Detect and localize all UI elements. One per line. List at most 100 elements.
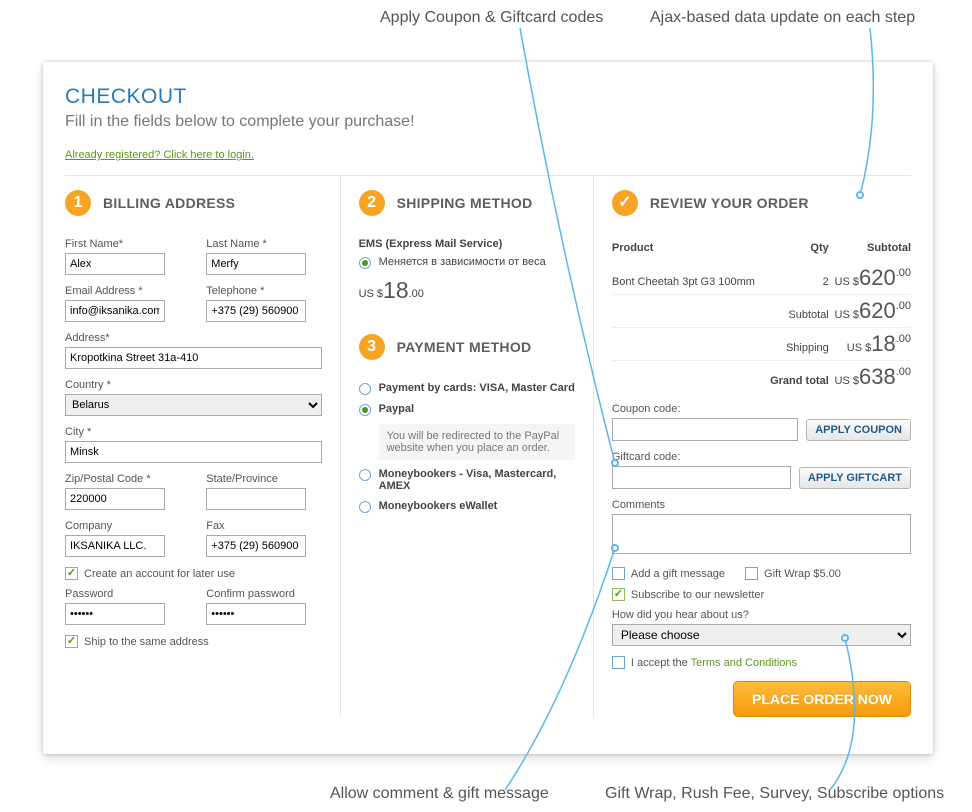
gift-message-label: Add a gift message [631, 568, 725, 580]
gift-message-checkbox[interactable] [612, 567, 625, 580]
grand-total-amount: US $638.00 [829, 361, 911, 394]
country-select[interactable]: Belarus [65, 394, 322, 416]
terms-prefix: I accept the [631, 657, 691, 669]
callout-dot [856, 191, 864, 199]
shipping-cost-label: Shipping [766, 328, 829, 361]
password-label: Password [65, 588, 180, 600]
annotation-options: Gift Wrap, Rush Fee, Survey, Subscribe o… [605, 785, 944, 803]
step-badge-1: 1 [65, 190, 91, 216]
city-input[interactable] [65, 441, 322, 463]
city-label: City * [65, 426, 322, 438]
company-label: Company [65, 520, 180, 532]
callout-dot [611, 544, 619, 552]
terms-checkbox[interactable] [612, 656, 625, 669]
order-table: ProductQtySubtotal Bont Cheetah 3pt G3 1… [612, 238, 911, 393]
state-input[interactable] [206, 488, 306, 510]
line-product: Bont Cheetah 3pt G3 100mm [612, 262, 766, 295]
payment-title: PAYMENT METHOD [397, 339, 532, 355]
create-account-label: Create an account for later use [84, 568, 235, 580]
shipping-cost-amount: US $18.00 [829, 328, 911, 361]
hear-select[interactable]: Please choose [612, 624, 911, 646]
step-badge-3: 3 [359, 334, 385, 360]
payment-cards-label: Payment by cards: VISA, Master Card [379, 382, 575, 394]
payment-mb-cards-label: Moneybookers - Visa, Mastercard, AMEX [379, 468, 575, 492]
payment-radio-cards[interactable] [359, 383, 371, 395]
confirm-input[interactable] [206, 603, 306, 625]
review-column: ✓ REVIEW YOUR ORDER ProductQtySubtotal B… [594, 176, 911, 717]
payment-radio-paypal[interactable] [359, 404, 371, 416]
subtotal-amount: US $620.00 [829, 295, 911, 328]
step-badge-review: ✓ [612, 190, 638, 216]
newsletter-label: Subscribe to our newsletter [631, 589, 764, 601]
state-label: State/Province [206, 473, 321, 485]
comments-textarea[interactable] [612, 514, 911, 554]
email-label: Email Address * [65, 285, 180, 297]
payment-radio-mb-cards[interactable] [359, 469, 371, 481]
fax-label: Fax [206, 520, 321, 532]
th-subtotal: Subtotal [829, 238, 911, 262]
coupon-input[interactable] [612, 418, 798, 441]
payment-paypal-label: Paypal [379, 403, 414, 415]
address-label: Address* [65, 332, 322, 344]
password-input[interactable] [65, 603, 165, 625]
last-name-input[interactable] [206, 253, 306, 275]
company-input[interactable] [65, 535, 165, 557]
callout-dot [611, 459, 619, 467]
callout-dot [841, 634, 849, 642]
giftcard-label: Giftcard code: [612, 451, 911, 463]
page-title: CHECKOUT [65, 85, 911, 109]
billing-column: 1 BILLING ADDRESS First Name* Last Name … [65, 176, 341, 717]
comments-label: Comments [612, 499, 911, 511]
country-label: Country * [65, 379, 322, 391]
apply-giftcard-button[interactable]: APPLY GIFTCART [799, 467, 911, 489]
step-badge-2: 2 [359, 190, 385, 216]
shipping-payment-column: 2 SHIPPING METHOD EMS (Express Mail Serv… [341, 176, 594, 717]
shipping-method-name: EMS (Express Mail Service) [359, 238, 575, 250]
email-input[interactable] [65, 300, 165, 322]
newsletter-checkbox[interactable] [612, 588, 625, 601]
grand-total-label: Grand total [766, 361, 829, 394]
payment-radio-mb-wallet[interactable] [359, 501, 371, 513]
ship-same-checkbox[interactable] [65, 635, 78, 648]
checkout-panel: CHECKOUT Fill in the fields below to com… [43, 62, 933, 754]
apply-coupon-button[interactable]: APPLY COUPON [806, 419, 911, 441]
annotation-ajax: Ajax-based data update on each step [650, 9, 915, 27]
shipping-title: SHIPPING METHOD [397, 195, 533, 211]
fax-input[interactable] [206, 535, 306, 557]
zip-input[interactable] [65, 488, 165, 510]
line-amount: US $620.00 [829, 262, 911, 295]
payment-paypal-note: You will be redirected to the PayPal web… [379, 424, 575, 460]
subtotal-label: Subtotal [766, 295, 829, 328]
first-name-input[interactable] [65, 253, 165, 275]
last-name-label: Last Name * [206, 238, 321, 250]
th-product: Product [612, 238, 766, 262]
create-account-checkbox[interactable] [65, 567, 78, 580]
gift-wrap-checkbox[interactable] [745, 567, 758, 580]
annotation-comment: Allow comment & gift message [330, 785, 549, 803]
telephone-label: Telephone * [206, 285, 321, 297]
ship-same-label: Ship to the same address [84, 636, 209, 648]
line-qty: 2 [766, 262, 829, 295]
place-order-button[interactable]: PLACE ORDER NOW [733, 681, 911, 717]
first-name-label: First Name* [65, 238, 180, 250]
confirm-label: Confirm password [206, 588, 321, 600]
page-subtitle: Fill in the fields below to complete you… [65, 113, 911, 131]
annotation-coupon: Apply Coupon & Giftcard codes [380, 9, 603, 27]
review-title: REVIEW YOUR ORDER [650, 195, 809, 211]
payment-mb-wallet-label: Moneybookers eWallet [379, 500, 498, 512]
telephone-input[interactable] [206, 300, 306, 322]
shipping-method-note: Меняется в зависимости от веса [379, 256, 546, 268]
hear-label: How did you hear about us? [612, 609, 911, 621]
address-input[interactable] [65, 347, 322, 369]
terms-link[interactable]: Terms and Conditions [691, 657, 797, 669]
order-line: Bont Cheetah 3pt G3 100mm 2 US $620.00 [612, 262, 911, 295]
login-link[interactable]: Already registered? Click here to login. [65, 149, 254, 161]
billing-title: BILLING ADDRESS [103, 195, 235, 211]
shipping-price: US $18.00 [359, 277, 575, 304]
gift-wrap-label: Gift Wrap $5.00 [764, 568, 841, 580]
coupon-label: Coupon code: [612, 403, 911, 415]
giftcard-input[interactable] [612, 466, 791, 489]
zip-label: Zip/Postal Code * [65, 473, 180, 485]
shipping-radio[interactable] [359, 257, 371, 269]
th-qty: Qty [766, 238, 829, 262]
